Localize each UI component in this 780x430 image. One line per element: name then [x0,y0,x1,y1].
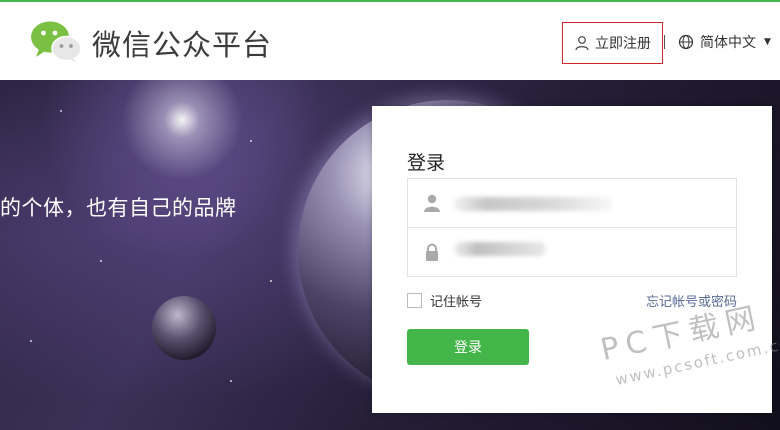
username-value-blurred [454,197,612,211]
user-icon [424,194,440,212]
lock-icon [426,243,438,261]
password-value-blurred [454,242,546,256]
header-divider [664,35,665,49]
chevron-down-icon: ▼ [764,37,771,47]
register-button[interactable]: 立即注册 [562,22,663,64]
remember-label: 记住帐号 [430,295,483,310]
brand-title: 微信公众平台 [92,28,273,62]
wechat-logo-icon[interactable] [30,20,82,64]
username-field[interactable] [407,178,737,228]
banner-slogan: 的个体，也有自己的品牌 [0,196,237,220]
globe-icon [678,34,694,50]
login-title: 登录 [407,152,446,174]
password-field[interactable] [407,227,737,277]
language-label: 简体中文 [700,35,756,51]
user-icon [575,36,589,51]
remember-checkbox[interactable] [407,293,422,308]
login-button[interactable]: 登录 [407,329,529,365]
language-selector[interactable]: 简体中文 ▼ [678,32,771,52]
remember-account[interactable]: 记住帐号 [407,291,482,310]
planet-small [152,296,216,360]
header: 微信公众平台 立即注册 简体中文 ▼ [0,2,780,80]
register-label: 立即注册 [595,36,651,52]
